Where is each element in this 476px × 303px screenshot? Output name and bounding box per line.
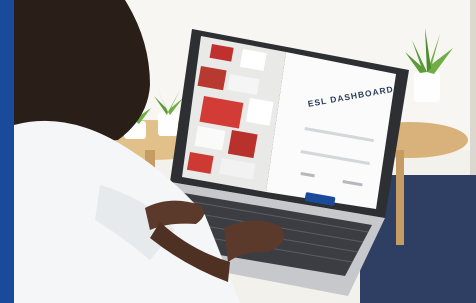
side-table-leg [396, 150, 404, 245]
scene-illustration [0, 0, 476, 303]
plant-pot-mid [158, 112, 178, 136]
plant-pot-right [414, 72, 440, 102]
photo-laptop-scene: ESL DASHBOARD [0, 0, 476, 303]
brand-accent-strip [0, 0, 14, 303]
screen-login-panel [266, 52, 396, 209]
